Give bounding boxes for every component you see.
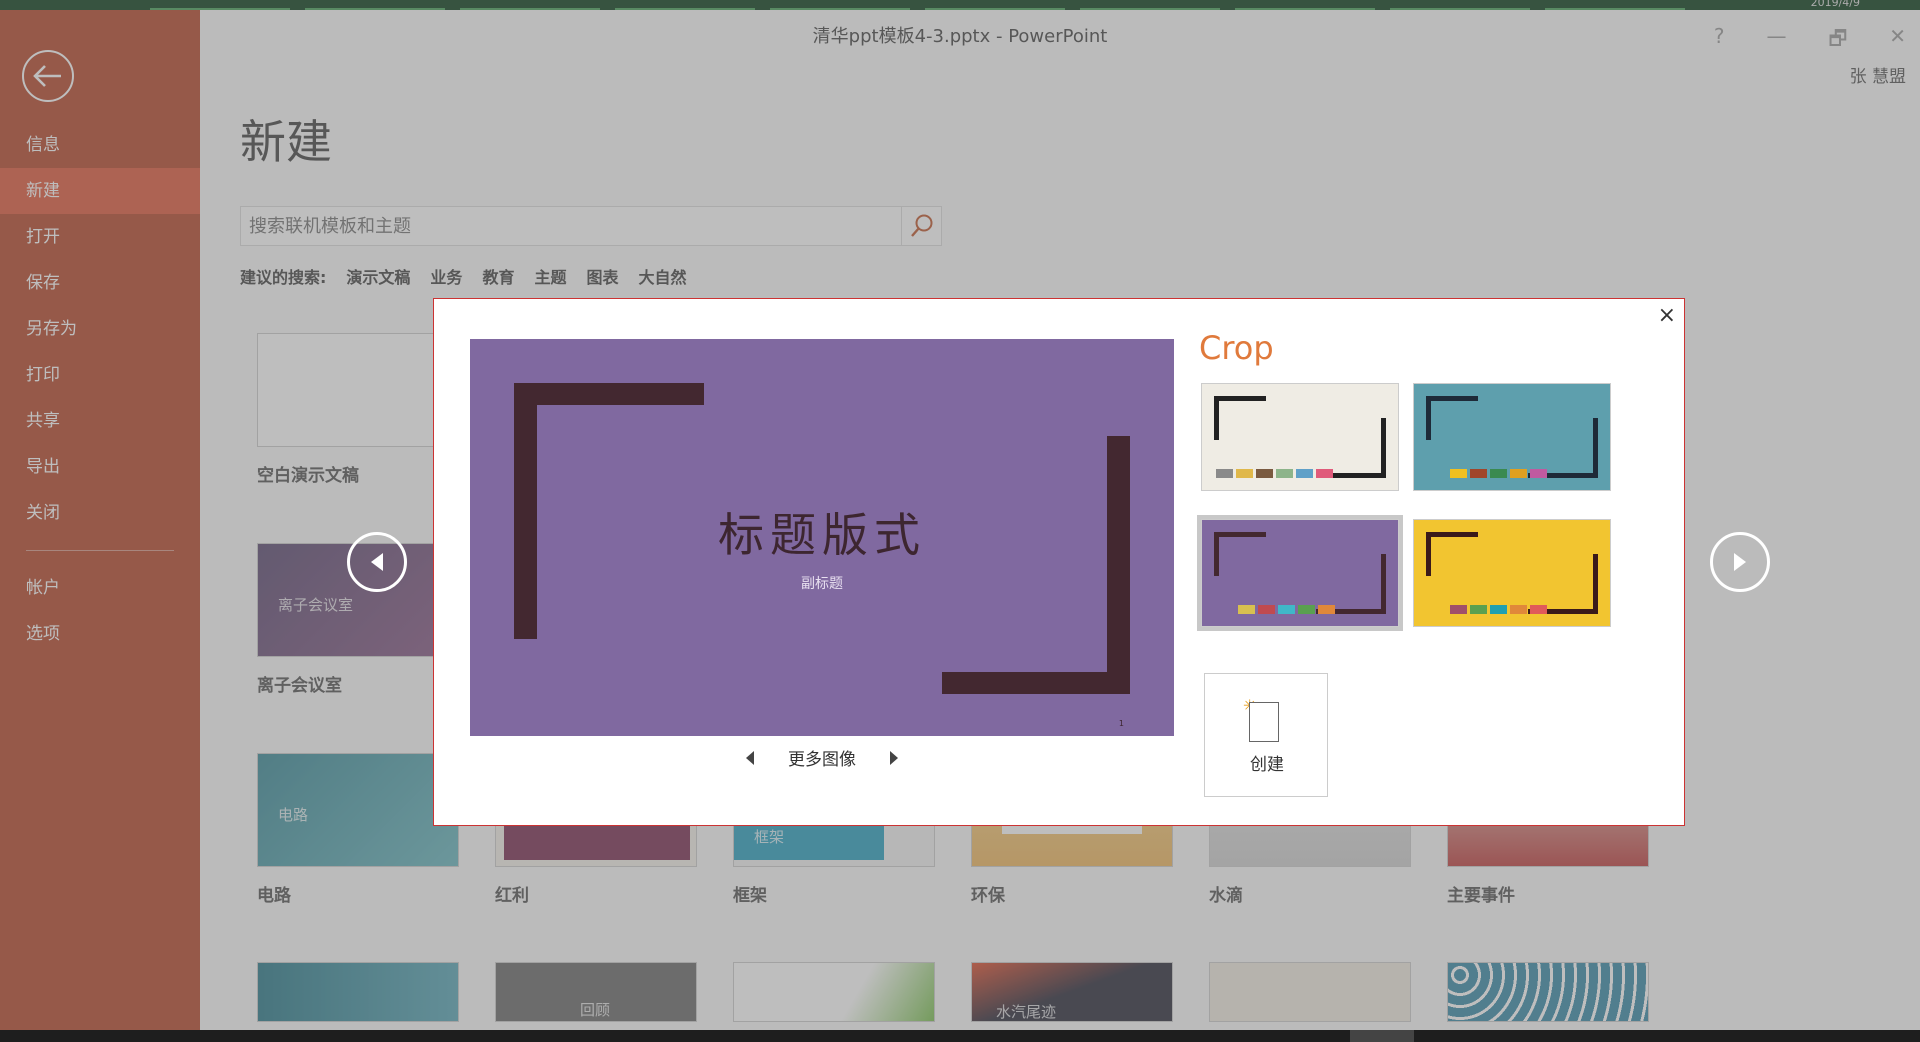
frame-bar [1107, 436, 1130, 694]
color-swatch [1530, 469, 1547, 478]
slide-preview: 标题版式 副标题 1 [470, 339, 1174, 736]
frame-bar [514, 383, 704, 405]
frame-bar [1593, 418, 1598, 478]
color-swatches [1450, 469, 1547, 478]
color-swatches [1216, 469, 1333, 478]
preview-page-number: 1 [1118, 719, 1124, 728]
preview-subtitle: 副标题 [801, 576, 843, 592]
color-swatch [1316, 469, 1333, 478]
color-swatch [1258, 605, 1275, 614]
color-swatch [1510, 605, 1527, 614]
theme-variant[interactable] [1413, 383, 1611, 491]
frame-bar [1426, 532, 1431, 576]
frame-bar [1426, 532, 1478, 537]
color-swatch [1490, 469, 1507, 478]
create-label: 创建 [1250, 755, 1284, 775]
frame-bar [1381, 418, 1386, 478]
color-swatch [1490, 605, 1507, 614]
next-template-button[interactable] [1710, 532, 1770, 592]
previous-image-button[interactable] [746, 750, 754, 765]
os-taskbar-bottom [0, 1030, 1920, 1042]
theme-variant-selected[interactable] [1197, 515, 1403, 631]
triangle-right-icon [1734, 553, 1746, 571]
color-swatch [1276, 469, 1293, 478]
frame-bar [1214, 532, 1219, 576]
color-swatch [1238, 605, 1255, 614]
more-images-label: 更多图像 [788, 750, 856, 770]
theme-name: Crop [1199, 329, 1274, 367]
theme-variant[interactable] [1201, 383, 1399, 491]
color-swatch [1530, 605, 1547, 614]
frame-bar [1426, 396, 1431, 440]
theme-variant[interactable] [1413, 519, 1611, 627]
color-swatch [1450, 469, 1467, 478]
frame-bar [1214, 396, 1266, 401]
color-swatch [1296, 469, 1313, 478]
color-swatch [1256, 469, 1273, 478]
frame-bar [1593, 554, 1598, 614]
color-swatches [1450, 605, 1547, 614]
preview-title: 标题版式 [718, 508, 926, 562]
create-button[interactable]: ✳ 创建 [1204, 673, 1328, 797]
color-swatch [1318, 605, 1335, 614]
frame-bar [1426, 396, 1478, 401]
new-document-icon [1249, 702, 1279, 742]
color-swatch [1278, 605, 1295, 614]
color-swatches [1238, 605, 1335, 614]
frame-bar [1381, 554, 1386, 614]
triangle-left-icon [371, 553, 383, 571]
color-swatch [1470, 605, 1487, 614]
color-swatch [1236, 469, 1253, 478]
color-swatch [1298, 605, 1315, 614]
frame-bar [1214, 396, 1219, 440]
color-swatch [1450, 605, 1467, 614]
template-preview-dialog: × 标题版式 副标题 1 更多图像 Crop 创建 [433, 298, 1685, 826]
previous-template-button[interactable] [347, 532, 407, 592]
color-swatch [1510, 469, 1527, 478]
dialog-close-button[interactable]: × [1658, 303, 1676, 328]
more-images-nav: 更多图像 [470, 745, 1174, 770]
color-swatch [1216, 469, 1233, 478]
taskbar-item[interactable] [1350, 1030, 1414, 1042]
next-image-button[interactable] [890, 750, 898, 765]
color-swatch [1470, 469, 1487, 478]
frame-bar [1214, 532, 1266, 537]
frame-bar [942, 672, 1130, 694]
